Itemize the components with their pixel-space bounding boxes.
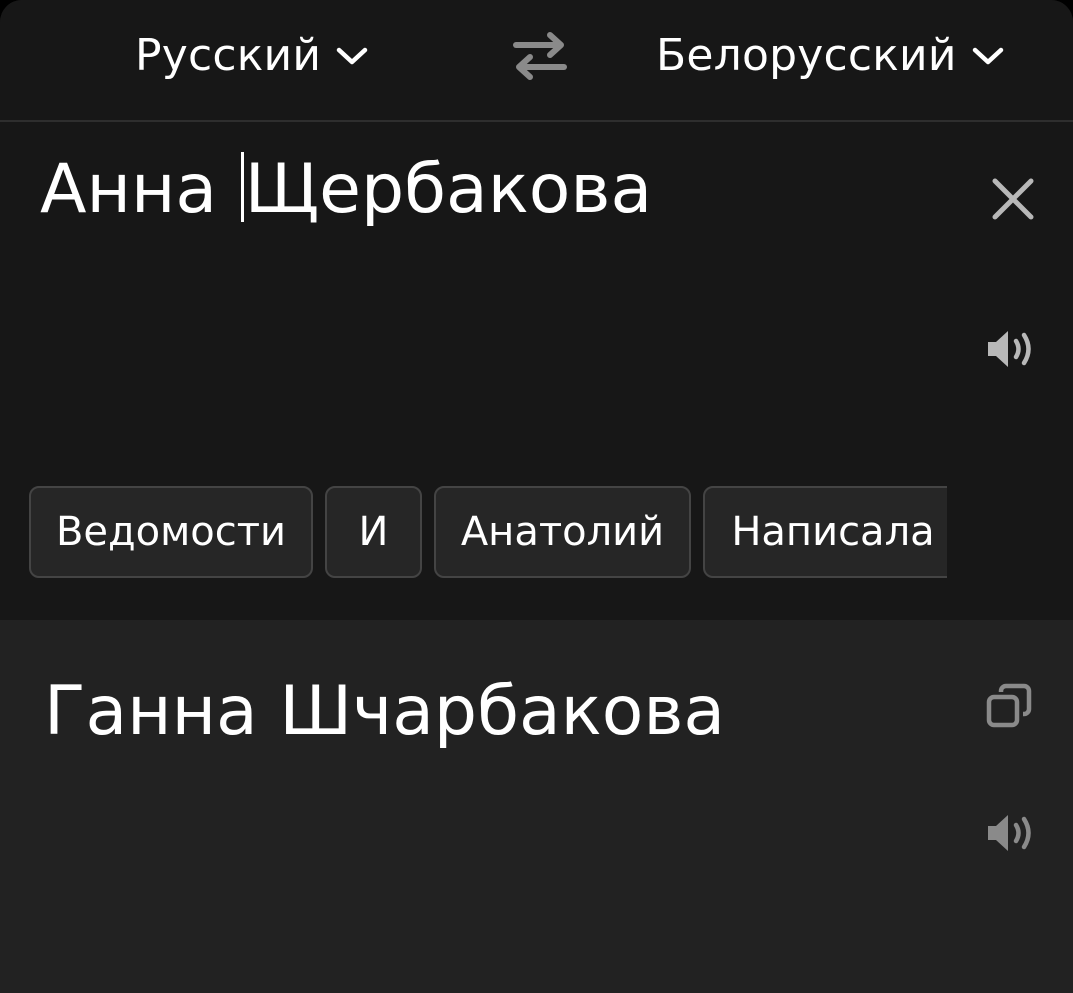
chevron-down-icon xyxy=(972,47,1003,65)
copy-icon[interactable] xyxy=(986,682,1034,730)
source-language-selector[interactable]: Русский xyxy=(135,28,369,84)
text-cursor xyxy=(240,152,244,222)
suggestion-chip[interactable]: Написала xyxy=(703,486,947,578)
source-text-after-cursor: Щербакова xyxy=(244,150,653,229)
translator-app: Русский Белорусский Анна Щербакова Ведом… xyxy=(0,0,1073,993)
source-text-input[interactable]: Анна Щербакова xyxy=(40,150,652,230)
suggestion-chips: Ведомости И Анатолий Написала xyxy=(29,486,947,582)
translation-text: Ганна Шчарбакова xyxy=(44,672,726,751)
swap-languages-icon[interactable] xyxy=(510,30,570,82)
suggestion-chip[interactable]: Анатолий xyxy=(434,486,691,578)
close-icon[interactable] xyxy=(988,174,1038,224)
source-text-panel: Анна Щербакова Ведомости И Анатолий Напи… xyxy=(0,122,1073,620)
speaker-icon[interactable] xyxy=(986,328,1040,370)
speaker-icon[interactable] xyxy=(986,812,1040,854)
language-bar: Русский Белорусский xyxy=(0,0,1073,122)
target-language-label: Белорусский xyxy=(656,30,957,81)
suggestion-chip[interactable]: И xyxy=(325,486,422,578)
source-language-label: Русский xyxy=(135,30,322,81)
source-text-before-cursor: Анна xyxy=(40,150,239,229)
suggestion-chip[interactable]: Ведомости xyxy=(29,486,313,578)
target-language-selector[interactable]: Белорусский xyxy=(656,28,1005,84)
translation-panel: Ганна Шчарбакова xyxy=(0,620,1073,993)
chevron-down-icon xyxy=(336,47,368,65)
